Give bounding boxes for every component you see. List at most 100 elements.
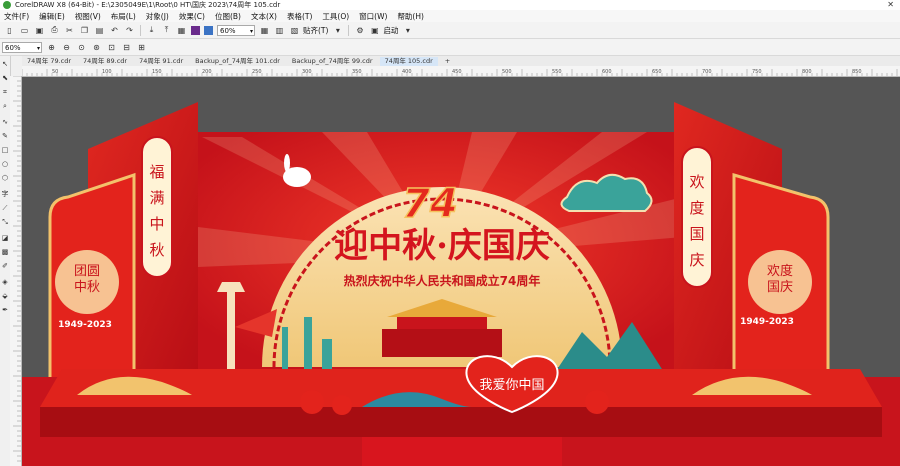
stage-step[interactable]: [362, 437, 562, 466]
smart-fill-tool-icon[interactable]: ⬙: [1, 292, 9, 300]
transparency-tool-icon[interactable]: ▩: [1, 248, 9, 256]
toolbar-separator: [140, 24, 141, 36]
chevron-down-icon[interactable]: ▾: [402, 25, 413, 36]
ruler-label: 850: [852, 69, 862, 75]
menu-object[interactable]: 对象(J): [146, 11, 169, 22]
tab-backup-99[interactable]: Backup_of_74周年 99.cdr: [287, 57, 378, 66]
zoom-property-bar: 60% ▾ ⊕ ⊖ ⊙ ⊛ ⊡ ⊟ ⊞: [0, 39, 900, 56]
anniversary-number[interactable]: 74: [401, 180, 458, 228]
application-launcher-icon[interactable]: ▣: [369, 25, 380, 36]
window-title: CorelDRAW X8 (64-Bit) - E:\2305049E\1\Ro…: [15, 1, 281, 9]
stage-design-artwork[interactable]: 福满中秋 欢度国庆 团圆中秋 1949-2023 欢度国庆 1949-2023 …: [22, 77, 900, 466]
menu-view[interactable]: 视图(V): [75, 11, 101, 22]
color-eyedropper-tool-icon[interactable]: ✐: [1, 262, 9, 270]
zoom-to-selected-icon[interactable]: ⊙: [76, 42, 87, 53]
outline-pen-tool-icon[interactable]: ✒: [1, 306, 9, 314]
open-folder-icon[interactable]: ▭: [19, 25, 30, 36]
ruler-label: 550: [552, 69, 562, 75]
export-icon[interactable]: ⤒: [161, 25, 172, 36]
coreldraw-app-icon: [3, 1, 11, 9]
vertical-ruler[interactable]: [10, 76, 22, 466]
red-ball-left-2[interactable]: [332, 395, 352, 415]
menu-edit[interactable]: 编辑(E): [39, 11, 65, 22]
chevron-down-icon: ▾: [36, 44, 40, 52]
left-panel-year: 1949-2023: [58, 320, 112, 330]
corel-connect-icon[interactable]: [191, 25, 200, 35]
guidelines-icon[interactable]: ▥: [274, 25, 285, 36]
menu-file[interactable]: 文件(F): [4, 11, 29, 22]
pick-tool-icon[interactable]: ↖: [1, 60, 9, 68]
snap-to-label[interactable]: 贴齐(T): [303, 25, 328, 36]
horizontal-ruler[interactable]: 50 100 150 200 250 300 350 400 450 500 550 600 650 70…: [22, 66, 900, 77]
interactive-fill-tool-icon[interactable]: ◈: [1, 278, 9, 286]
import-icon[interactable]: ⤓: [146, 25, 157, 36]
zoom-to-width-icon[interactable]: ⊟: [121, 42, 132, 53]
zoom-to-page-icon[interactable]: ⊡: [106, 42, 117, 53]
launch-label[interactable]: 启动: [383, 25, 398, 36]
save-icon[interactable]: ▣: [34, 25, 45, 36]
menu-table[interactable]: 表格(T): [287, 11, 312, 22]
menu-tools[interactable]: 工具(O): [322, 11, 349, 22]
red-ball-right[interactable]: [585, 390, 609, 414]
menu-effects[interactable]: 效果(C): [179, 11, 205, 22]
tab-74-105[interactable]: 74周年 105.cdr: [379, 57, 438, 66]
zoom-out-icon[interactable]: ⊖: [61, 42, 72, 53]
menu-window[interactable]: 窗口(W): [359, 11, 387, 22]
red-ball-left[interactable]: [300, 390, 324, 414]
paste-icon[interactable]: ▤: [94, 25, 105, 36]
publish-pdf-icon[interactable]: ▦: [176, 25, 187, 36]
crop-tool-icon[interactable]: ⌗: [1, 88, 9, 96]
shape-tool-icon[interactable]: ⬉: [1, 74, 9, 82]
rulers-icon[interactable]: ▧: [289, 25, 300, 36]
zoom-property-combo[interactable]: 60% ▾: [2, 41, 42, 53]
print-icon[interactable]: ⎙: [49, 25, 60, 36]
add-tab-icon[interactable]: +: [440, 57, 455, 66]
text-tool-icon[interactable]: 字: [1, 190, 9, 198]
menu-text[interactable]: 文本(X): [251, 11, 277, 22]
subtitle[interactable]: 热烈庆祝中华人民共和国成立74周年: [344, 273, 541, 288]
tab-backup-101[interactable]: Backup_of_74周年 101.cdr: [190, 57, 285, 66]
ruler-label: 350: [352, 69, 362, 75]
chevron-down-icon[interactable]: ▾: [332, 25, 343, 36]
zoom-to-height-icon[interactable]: ⊞: [136, 42, 147, 53]
close-window-icon[interactable]: ✕: [887, 0, 894, 9]
parallel-dimension-tool-icon[interactable]: ⟋: [1, 204, 9, 212]
artistic-media-tool-icon[interactable]: ✎: [1, 132, 9, 140]
grid-icon[interactable]: ▦: [259, 25, 270, 36]
menu-layout[interactable]: 布局(L): [111, 11, 136, 22]
tab-74-89[interactable]: 74周年 89.cdr: [78, 57, 132, 66]
redo-icon[interactable]: ↷: [124, 25, 135, 36]
ruler-label: 750: [752, 69, 762, 75]
menu-bitmaps[interactable]: 位图(B): [215, 11, 241, 22]
options-gear-icon[interactable]: ⚙: [354, 25, 365, 36]
drop-shadow-tool-icon[interactable]: ◪: [1, 234, 9, 242]
zoom-to-all-objects-icon[interactable]: ⊛: [91, 42, 102, 53]
freehand-tool-icon[interactable]: ∿: [1, 118, 9, 126]
main-title[interactable]: 迎中秋·庆国庆: [334, 226, 550, 266]
full-screen-preview-icon[interactable]: [204, 25, 213, 35]
drawing-canvas[interactable]: 福满中秋 欢度国庆 团圆中秋 1949-2023 欢度国庆 1949-2023 …: [22, 77, 900, 466]
right-panel-year: 1949-2023: [740, 317, 794, 327]
tab-74-91[interactable]: 74周年 91.cdr: [134, 57, 188, 66]
menu-help[interactable]: 帮助(H): [397, 11, 424, 22]
connector-tool-icon[interactable]: ⤡: [1, 218, 9, 226]
ruler-label: 800: [802, 69, 812, 75]
left-panel-text: 团圆中秋: [74, 264, 100, 295]
zoom-level-value: 60%: [220, 26, 236, 35]
cut-icon[interactable]: ✂: [64, 25, 75, 36]
zoom-tool-icon[interactable]: ⌕: [1, 102, 9, 110]
ruler-label: 400: [402, 69, 412, 75]
new-document-icon[interactable]: ▯: [4, 25, 15, 36]
tab-74-79[interactable]: 74周年 79.cdr: [22, 57, 76, 66]
ruler-label: 250: [252, 69, 262, 75]
zoom-level-combo[interactable]: 60% ▾: [217, 24, 255, 36]
ruler-label: 450: [452, 69, 462, 75]
title-bar: CorelDRAW X8 (64-Bit) - E:\2305049E\1\Ro…: [0, 0, 900, 10]
ellipse-tool-icon[interactable]: ○: [1, 160, 9, 168]
polygon-tool-icon[interactable]: ⬡: [1, 174, 9, 182]
rectangle-tool-icon[interactable]: □: [1, 146, 9, 154]
stage-front[interactable]: [40, 407, 882, 437]
undo-icon[interactable]: ↶: [109, 25, 120, 36]
zoom-in-icon[interactable]: ⊕: [46, 42, 57, 53]
copy-icon[interactable]: ❐: [79, 25, 90, 36]
